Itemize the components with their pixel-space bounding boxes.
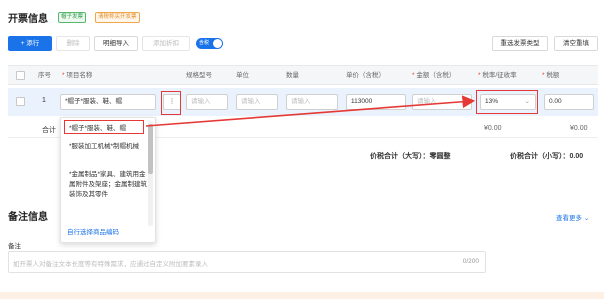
highlight-more-button: [161, 91, 181, 115]
remarks-placeholder: 如开票人对备注文本长度等有特殊需求，应通过自定义附加要素录入: [13, 261, 208, 268]
header-amount: * 金额（含税）: [412, 72, 456, 79]
tax-input[interactable]: 0.00: [544, 94, 594, 110]
spec-input[interactable]: 请输入: [186, 94, 228, 110]
grand-total-upper: 价税合计（大写）：零圆整: [370, 151, 451, 161]
add-row-button[interactable]: + 添行: [8, 36, 52, 51]
row-checkbox[interactable]: [16, 97, 25, 106]
dropdown-scroll-thumb[interactable]: [148, 124, 153, 174]
remarks-section-title: 备注信息: [8, 212, 48, 223]
total-tax: ¥0.00: [570, 125, 588, 132]
header-tax: * 税额: [542, 72, 560, 79]
dropdown-item[interactable]: *金属制品*家具、建筑用金属附件及架座；金属制建筑装饰及其零件: [69, 170, 149, 200]
header-quantity: 数量: [286, 72, 299, 79]
header-amount-text: 金额（含税）: [416, 72, 456, 79]
import-detail-button[interactable]: 明细导入: [94, 36, 138, 51]
view-more-text: 查看更多: [556, 215, 582, 222]
header-tax-rate: * 税率/征收率: [478, 72, 517, 79]
row-index: 1: [42, 97, 46, 104]
header-price: 单价（含税）: [346, 72, 385, 79]
remarks-textarea[interactable]: 如开票人对备注文本长度等有特殊需求，应通过自定义附加要素录入 0/200: [8, 251, 486, 273]
dropdown-item[interactable]: *服装加工机械*制帽机械: [69, 142, 149, 152]
tax-included-toggle[interactable]: 含税: [196, 38, 223, 49]
grand-total-lower-label: 价税合计（小写）：: [510, 153, 570, 160]
grand-total-lower-value: 0.00: [569, 153, 584, 160]
reselect-invoice-type-button[interactable]: 重选发票类型: [492, 36, 548, 51]
table-header: 序号 * 项目名称 规格型号 单位 数量 单价（含税） * 金额（含税） * 税…: [8, 65, 598, 85]
invoice-tag-hat: 帽子发票: [58, 12, 87, 23]
header-tax-rate-text: 税率/征收率: [482, 72, 517, 79]
highlight-dropdown-item: [64, 120, 144, 134]
highlight-tax-rate: [476, 90, 538, 114]
header-spec: 规格型号: [186, 72, 212, 79]
amount-input[interactable]: 请输入: [412, 94, 472, 110]
price-input[interactable]: 113000: [346, 94, 406, 110]
total-amount: ¥0.00: [484, 125, 502, 132]
header-item-name: * 项目名称: [62, 72, 93, 79]
remarks-field-label: 备注: [8, 243, 21, 250]
invoice-section-title: 开票信息: [8, 14, 48, 25]
unit-input[interactable]: 请输入: [236, 94, 278, 110]
item-suggestion-dropdown: *帽子*服装、鞋、帽 *服装加工机械*制帽机械 *金属制品*家具、建筑用金属附件…: [60, 117, 156, 243]
header-tax-text: 税额: [546, 72, 560, 79]
header-index: 序号: [38, 72, 51, 79]
header-unit: 单位: [236, 72, 249, 79]
select-all-checkbox[interactable]: [16, 71, 25, 80]
delete-button[interactable]: 删除: [56, 36, 90, 51]
invoice-tag-tax-clear: 清税称买开发票: [95, 12, 140, 23]
tax-toggle-label: 含税: [199, 40, 210, 46]
header-item-name-text: 项目名称: [66, 72, 93, 79]
bottom-bar: [0, 292, 604, 299]
grand-total-lower: 价税合计（小写）：0.00: [510, 151, 583, 161]
remarks-counter: 0/200: [462, 258, 479, 265]
chevron-down-icon: ⌄: [583, 215, 590, 222]
grand-total-upper-value: 零圆整: [429, 153, 451, 160]
quantity-input[interactable]: 请输入: [286, 94, 338, 110]
select-code-link[interactable]: 自行选择商品编码: [67, 226, 119, 236]
toggle-knob: [213, 39, 222, 48]
item-name-input[interactable]: *帽子*服装、鞋、帽: [60, 94, 156, 110]
view-more-link[interactable]: 查看更多 ⌄: [556, 212, 589, 222]
add-discount-button[interactable]: 添加折扣: [142, 36, 190, 51]
grand-total-upper-label: 价税合计（大写）：: [370, 153, 430, 160]
total-label: 合计: [42, 127, 56, 134]
clear-refill-button[interactable]: 清空重填: [554, 36, 598, 51]
